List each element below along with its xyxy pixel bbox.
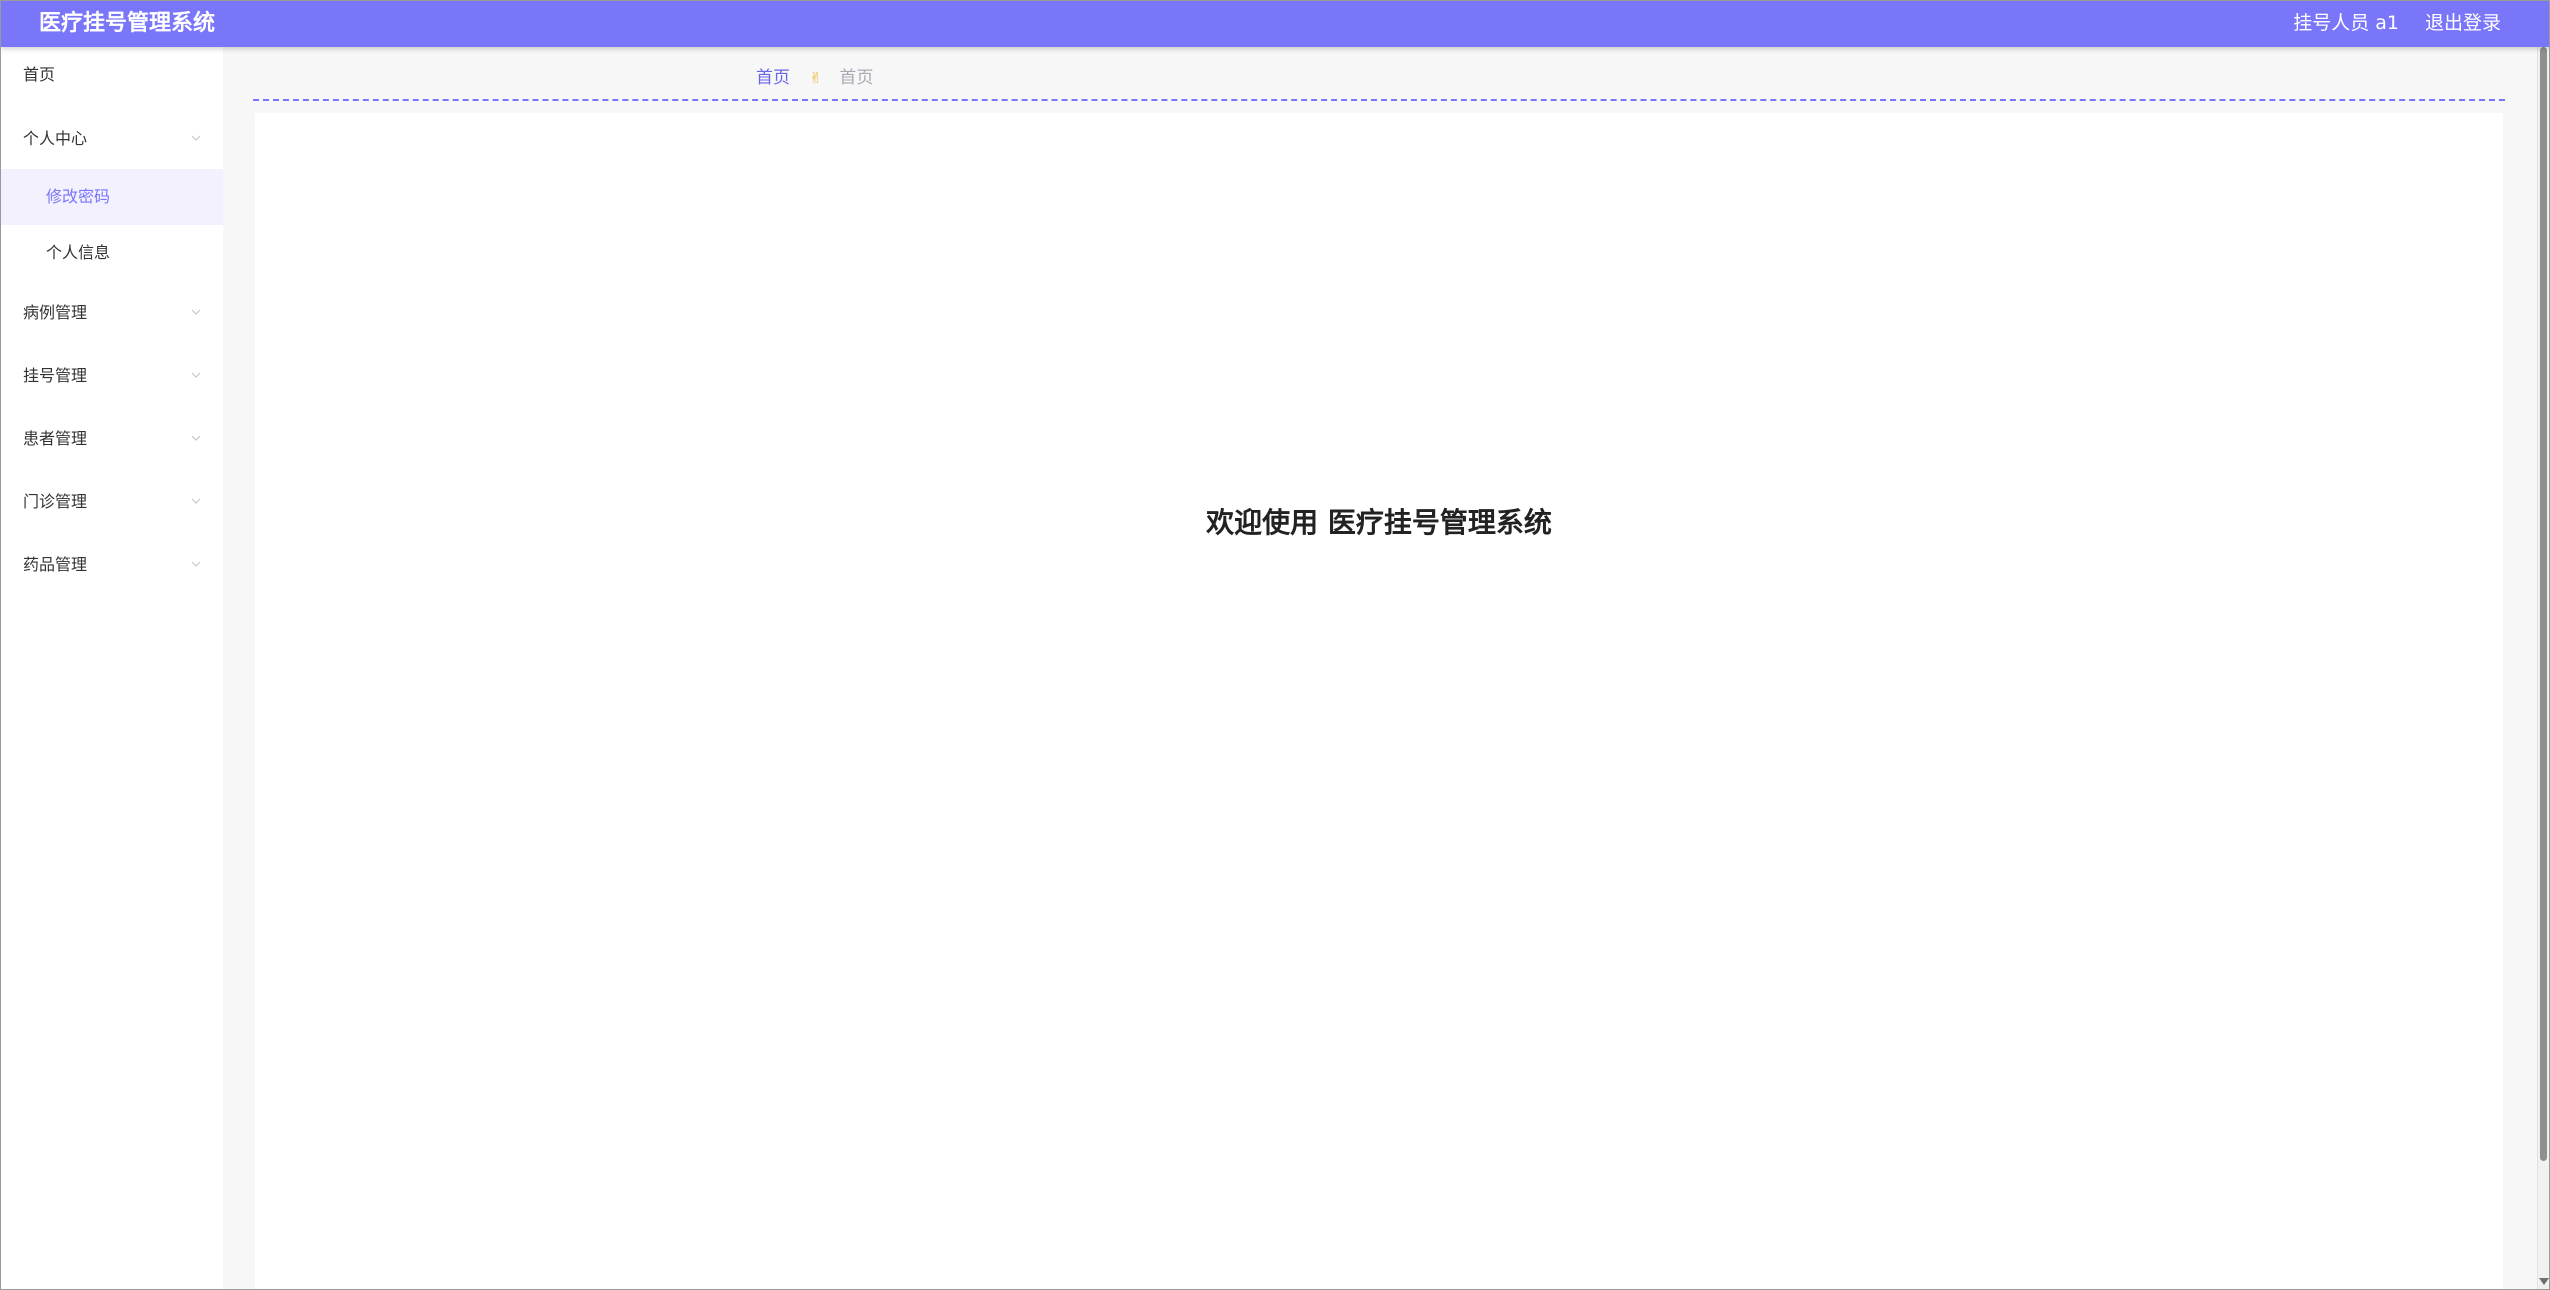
chevron-down-icon [191,561,201,567]
chevron-down-icon [191,372,201,378]
sidebar-item-label: 首页 [23,65,56,84]
breadcrumb-current: 首页 [839,68,874,88]
app-window: 医疗挂号管理系统 挂号人员 a1 退出登录 首页 个人中心 修改密码 个人信息 … [0,0,2550,1290]
sidebar-item-personal-center[interactable]: 个人中心 [1,111,223,167]
sidebar-item-drug-management[interactable]: 药品管理 [1,537,223,593]
content-panel: 欢迎使用 医疗挂号管理系统 [255,113,2503,1289]
main-area: 首页 ✌ 首页 欢迎使用 医疗挂号管理系统 [223,47,2545,1289]
chevron-down-icon [191,135,201,141]
hand-icon: ✌ [809,69,822,87]
sidebar-subitem-label: 修改密码 [46,187,111,206]
top-header: 医疗挂号管理系统 挂号人员 a1 退出登录 [1,1,2549,47]
sidebar-item-label: 药品管理 [23,555,88,574]
sidebar-item-label: 挂号管理 [23,366,88,385]
sidebar-item-label: 患者管理 [23,429,88,448]
scrollbar-thumb[interactable] [2540,47,2547,1161]
sidebar-subitem-change-password[interactable]: 修改密码 [1,169,223,225]
logout-button[interactable]: 退出登录 [2425,1,2501,45]
chevron-down-icon [191,498,201,504]
sidebar-item-registration-management[interactable]: 挂号管理 [1,348,223,404]
welcome-heading: 欢迎使用 医疗挂号管理系统 [1206,506,1552,539]
sidebar-item-home[interactable]: 首页 [1,47,223,103]
breadcrumb: 首页 ✌ 首页 [756,67,873,89]
sidebar-item-label: 病例管理 [23,303,88,322]
sidebar-subitem-label: 个人信息 [46,243,111,262]
breadcrumb-divider [253,99,2505,101]
vertical-scrollbar[interactable] [2537,47,2549,1289]
sidebar-subitem-personal-info[interactable]: 个人信息 [1,225,223,281]
sidebar-item-patient-management[interactable]: 患者管理 [1,411,223,467]
sidebar-item-outpatient-management[interactable]: 门诊管理 [1,474,223,530]
scroll-down-arrow-icon[interactable] [2539,1278,2549,1285]
sidebar-item-label: 门诊管理 [23,492,88,511]
sidebar-menu: 首页 个人中心 修改密码 个人信息 病例管理 挂号管理 患者管理 门诊管理 药品… [1,47,223,1289]
chevron-down-icon [191,435,201,441]
breadcrumb-home-link[interactable]: 首页 [756,68,790,88]
current-user-label: 挂号人员 a1 [2293,12,2399,34]
chevron-down-icon [191,309,201,315]
sidebar-item-label: 个人中心 [23,129,88,148]
app-title: 医疗挂号管理系统 [39,11,216,36]
sidebar-item-case-management[interactable]: 病例管理 [1,285,223,341]
